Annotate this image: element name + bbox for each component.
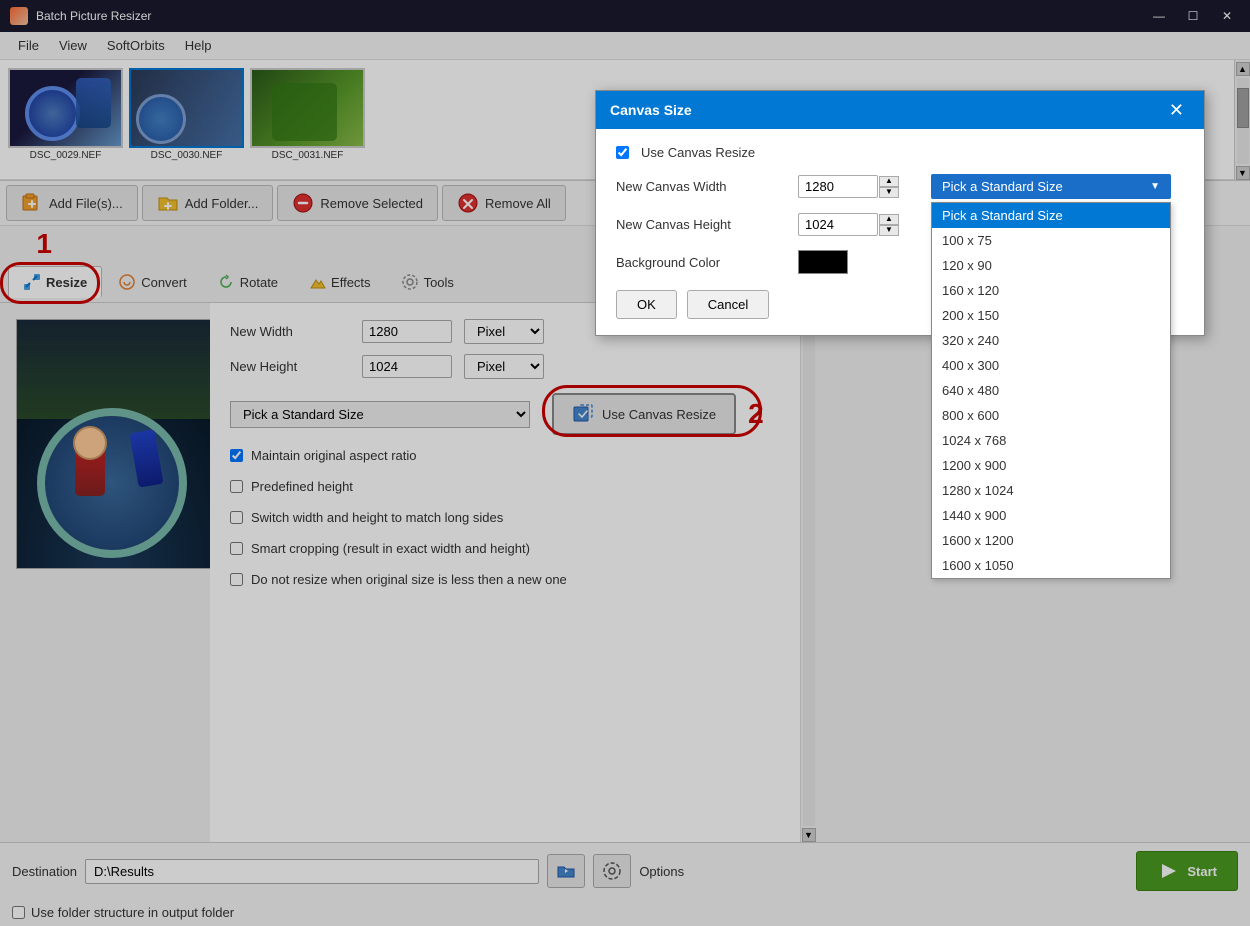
standard-size-dropdown-btn[interactable]: Pick a Standard Size ▼: [931, 174, 1171, 199]
size-option-1[interactable]: 100 x 75: [932, 228, 1170, 253]
background-color-swatch[interactable]: [798, 250, 848, 274]
size-option-4[interactable]: 200 x 150: [932, 303, 1170, 328]
size-option-10[interactable]: 1200 x 900: [932, 453, 1170, 478]
dialog-width-input-group: ▲ ▼: [798, 175, 899, 198]
dialog-cancel-button[interactable]: Cancel: [687, 290, 769, 319]
dialog-width-input[interactable]: [798, 175, 878, 198]
dialog-header: Canvas Size ✕: [596, 91, 1204, 129]
dialog-width-down[interactable]: ▼: [879, 187, 899, 198]
dialog-height-input[interactable]: [798, 213, 878, 236]
size-option-12[interactable]: 1440 x 900: [932, 503, 1170, 528]
dialog-use-canvas-label: Use Canvas Resize: [641, 145, 755, 160]
dialog-width-label: New Canvas Width: [616, 179, 786, 194]
dialog-height-input-group: ▲ ▼: [798, 213, 899, 236]
size-option-9[interactable]: 1024 x 768: [932, 428, 1170, 453]
dialog-body: Use Canvas Resize New Canvas Width ▲ ▼ P…: [596, 129, 1204, 335]
size-option-8[interactable]: 800 x 600: [932, 403, 1170, 428]
size-option-14[interactable]: 1600 x 1050: [932, 553, 1170, 578]
standard-size-dropdown-container: Pick a Standard Size ▼ Pick a Standard S…: [931, 174, 1171, 199]
size-option-5[interactable]: 320 x 240: [932, 328, 1170, 353]
standard-size-list: Pick a Standard Size 100 x 75 120 x 90 1…: [931, 202, 1171, 579]
size-option-3[interactable]: 160 x 120: [932, 278, 1170, 303]
dialog-ok-button[interactable]: OK: [616, 290, 677, 319]
size-option-2[interactable]: 120 x 90: [932, 253, 1170, 278]
dialog-title: Canvas Size: [610, 102, 692, 118]
size-option-default[interactable]: Pick a Standard Size: [932, 203, 1170, 228]
size-option-7[interactable]: 640 x 480: [932, 378, 1170, 403]
size-option-13[interactable]: 1600 x 1200: [932, 528, 1170, 553]
dialog-use-canvas-row: Use Canvas Resize: [616, 145, 1184, 160]
canvas-size-dialog: Canvas Size ✕ Use Canvas Resize New Canv…: [595, 90, 1205, 336]
standard-size-selected: Pick a Standard Size: [942, 179, 1063, 194]
size-option-6[interactable]: 400 x 300: [932, 353, 1170, 378]
dialog-width-spinner: ▲ ▼: [879, 176, 899, 198]
size-option-11[interactable]: 1280 x 1024: [932, 478, 1170, 503]
dialog-height-up[interactable]: ▲: [879, 214, 899, 225]
dialog-height-down[interactable]: ▼: [879, 225, 899, 236]
dialog-width-row: New Canvas Width ▲ ▼ Pick a Standard Siz…: [616, 174, 1184, 199]
dropdown-arrow-icon: ▼: [1150, 181, 1160, 192]
dialog-height-label: New Canvas Height: [616, 217, 786, 232]
dialog-height-spinner: ▲ ▼: [879, 214, 899, 236]
dialog-width-up[interactable]: ▲: [879, 176, 899, 187]
dialog-use-canvas-checkbox[interactable]: [616, 146, 629, 159]
dialog-bgcolor-label: Background Color: [616, 255, 786, 270]
dialog-close-button[interactable]: ✕: [1163, 99, 1190, 121]
